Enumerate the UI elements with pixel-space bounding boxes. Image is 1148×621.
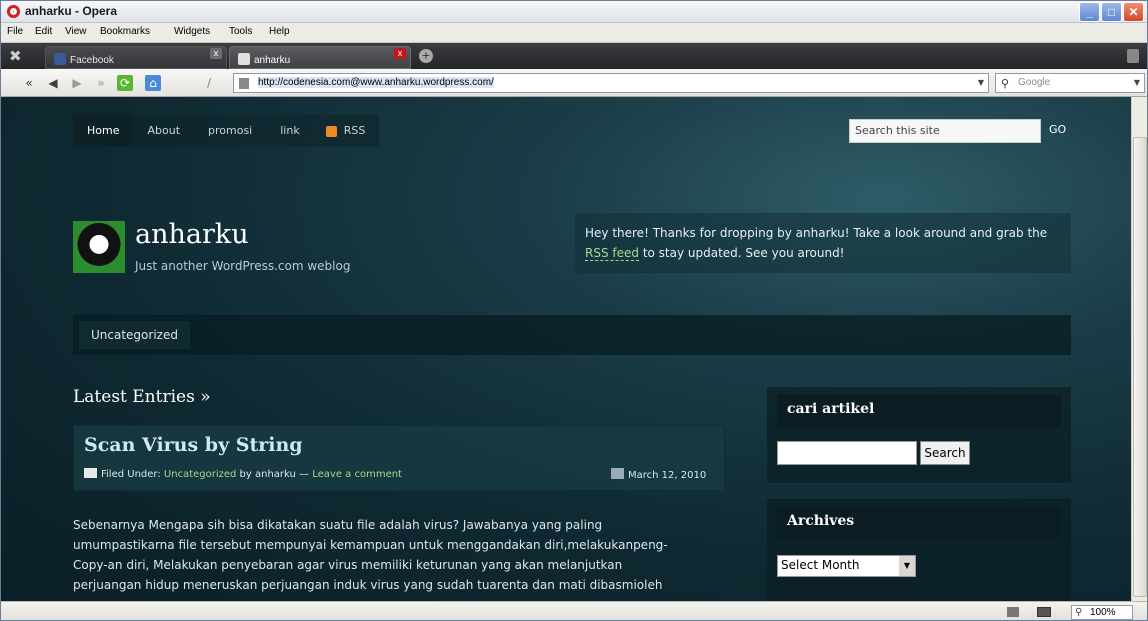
post-author: by anharku — xyxy=(236,469,313,480)
rewind-icon[interactable]: « xyxy=(21,75,37,91)
new-tab-icon[interactable]: + xyxy=(419,49,433,63)
scrollbar-thumb[interactable] xyxy=(1133,137,1147,597)
post-line: perjuangan hidup meneruskan perjuangan i… xyxy=(73,578,663,592)
category-uncategorized[interactable]: Uncategorized xyxy=(79,321,190,349)
chevron-down-icon: ▼ xyxy=(899,556,915,576)
dropdown-arrow-icon[interactable]: ▼ xyxy=(1134,78,1140,87)
window-title: anharku - Opera xyxy=(25,4,118,18)
nav-about[interactable]: About xyxy=(133,115,194,147)
rss-icon xyxy=(325,126,337,137)
post-line: Copy-an diri, Melakukan penyebaran agar … xyxy=(73,558,623,572)
dropdown-arrow-icon[interactable]: ▼ xyxy=(978,78,984,87)
menu-widgets[interactable]: Widgets xyxy=(174,26,210,37)
welcome-text-end: to stay updated. See you around! xyxy=(639,246,845,260)
minimize-button[interactable]: _ xyxy=(1079,2,1100,22)
archives-selected: Select Month xyxy=(781,558,860,572)
facebook-icon xyxy=(54,53,66,65)
tab-label: anharku xyxy=(254,55,291,66)
site-title[interactable]: anharku xyxy=(135,219,249,250)
back-icon[interactable]: ◀ xyxy=(45,75,61,91)
nav-promosi[interactable]: promosi xyxy=(194,115,266,147)
post-date-text: March 12, 2010 xyxy=(628,470,707,481)
site-logo xyxy=(73,221,125,273)
menu-file[interactable]: File xyxy=(7,26,23,37)
reload-icon[interactable]: ⟳ xyxy=(117,75,133,91)
forward-icon[interactable]: ▶ xyxy=(69,75,85,91)
post-line: Sebenarnya Mengapa sih bisa dikatakan su… xyxy=(73,518,603,532)
tab-label: Facebook xyxy=(70,55,114,66)
sidebar-search-title: cari artikel xyxy=(777,395,1061,427)
filed-under-label: Filed Under: xyxy=(101,469,164,480)
search-field[interactable]: ⚲ Google ▼ xyxy=(995,73,1145,93)
post-line: umumpastikarna file tersebut mempunyai k… xyxy=(73,538,668,552)
search-placeholder: Google xyxy=(1018,77,1051,88)
site-tagline: Just another WordPress.com weblog xyxy=(135,259,351,273)
search-icon: ⚲ xyxy=(1001,77,1010,90)
edit-icon[interactable]: / xyxy=(201,75,217,91)
close-button[interactable]: ✕ xyxy=(1123,2,1144,22)
welcome-text: Hey there! Thanks for dropping by anhark… xyxy=(585,226,1048,240)
rss-feed-link[interactable]: RSS feed xyxy=(585,246,639,261)
welcome-box: Hey there! Thanks for dropping by anhark… xyxy=(575,213,1071,273)
menu-view[interactable]: View xyxy=(65,26,87,37)
url-field[interactable]: http://codenesia.com@www.anharku.wordpre… xyxy=(233,73,989,93)
calendar-icon xyxy=(611,468,624,479)
page-icon xyxy=(239,78,249,89)
tab-facebook[interactable]: Facebook x xyxy=(45,46,227,69)
menu-tools[interactable]: Tools xyxy=(229,26,252,37)
view-icon[interactable] xyxy=(1037,607,1051,617)
folder-icon xyxy=(84,468,97,478)
zoom-icon: ⚲ xyxy=(1075,607,1083,618)
latest-entries-heading: Latest Entries » xyxy=(73,387,211,407)
nav-home[interactable]: Home xyxy=(73,115,134,147)
nav-rss[interactable]: RSS xyxy=(314,115,380,147)
sidebar-search-input[interactable] xyxy=(777,441,917,465)
menu-bar: File Edit View Bookmarks Widgets Tools H… xyxy=(1,23,1147,43)
status-icon[interactable] xyxy=(1007,607,1019,617)
archives-title: Archives xyxy=(777,507,1061,539)
title-bar: anharku - Opera _ □ ✕ xyxy=(1,1,1147,23)
address-bar: « ◀ ▶ » ⟳ ⌂ / http://codenesia.com@www.a… xyxy=(1,69,1147,97)
opera-logo-icon xyxy=(7,5,20,18)
go-button[interactable]: GO xyxy=(1049,123,1066,136)
post-date: March 12, 2010 xyxy=(611,468,706,481)
category-bar: Uncategorized xyxy=(73,315,1071,355)
post-title[interactable]: Scan Virus by String xyxy=(84,434,303,456)
home-icon[interactable]: ⌂ xyxy=(145,75,161,91)
vertical-scrollbar[interactable] xyxy=(1131,97,1147,601)
close-tab-icon[interactable]: x xyxy=(210,48,222,59)
maximize-button[interactable]: □ xyxy=(1101,2,1122,22)
menu-bookmarks[interactable]: Bookmarks xyxy=(100,26,150,37)
tools-panel-icon[interactable]: ✖ xyxy=(9,47,22,65)
post-category-link[interactable]: Uncategorized xyxy=(164,469,236,480)
sidebar-search-button[interactable]: Search xyxy=(920,441,970,465)
close-tab-icon[interactable]: x xyxy=(394,48,406,59)
site-nav: Home About promosi link RSS xyxy=(73,115,380,147)
tab-bar: ✖ Facebook x anharku x + xyxy=(1,43,1147,69)
site-search-input[interactable]: Search this site xyxy=(849,119,1041,143)
status-bar: ⚲ 100% xyxy=(1,601,1147,620)
zoom-level: 100% xyxy=(1090,607,1116,618)
sidebar-archives-widget: Archives Select Month ▼ xyxy=(767,499,1071,601)
browser-window: anharku - Opera _ □ ✕ File Edit View Boo… xyxy=(0,0,1148,621)
trash-icon[interactable] xyxy=(1127,49,1139,63)
post-body: Sebenarnya Mengapa sih bisa dikatakan su… xyxy=(73,515,713,595)
nav-rss-label: RSS xyxy=(343,124,366,137)
nav-link[interactable]: link xyxy=(266,115,313,147)
tab-anharku[interactable]: anharku x xyxy=(229,46,411,69)
leave-comment-link[interactable]: Leave a comment xyxy=(312,469,402,480)
post-meta: Filed Under: Uncategorized by anharku — … xyxy=(84,468,402,480)
archives-select[interactable]: Select Month ▼ xyxy=(777,555,916,577)
menu-edit[interactable]: Edit xyxy=(35,26,52,37)
page-viewport: Home About promosi link RSS Search this … xyxy=(1,97,1131,601)
sidebar-search-widget: cari artikel Search xyxy=(767,387,1071,483)
url-text: http://codenesia.com@www.anharku.wordpre… xyxy=(258,77,494,88)
zoom-control[interactable]: ⚲ 100% xyxy=(1071,605,1133,620)
page-icon xyxy=(238,53,250,65)
fast-forward-icon[interactable]: » xyxy=(93,75,109,91)
post-header: Scan Virus by String Filed Under: Uncate… xyxy=(73,425,725,491)
menu-help[interactable]: Help xyxy=(269,26,290,37)
